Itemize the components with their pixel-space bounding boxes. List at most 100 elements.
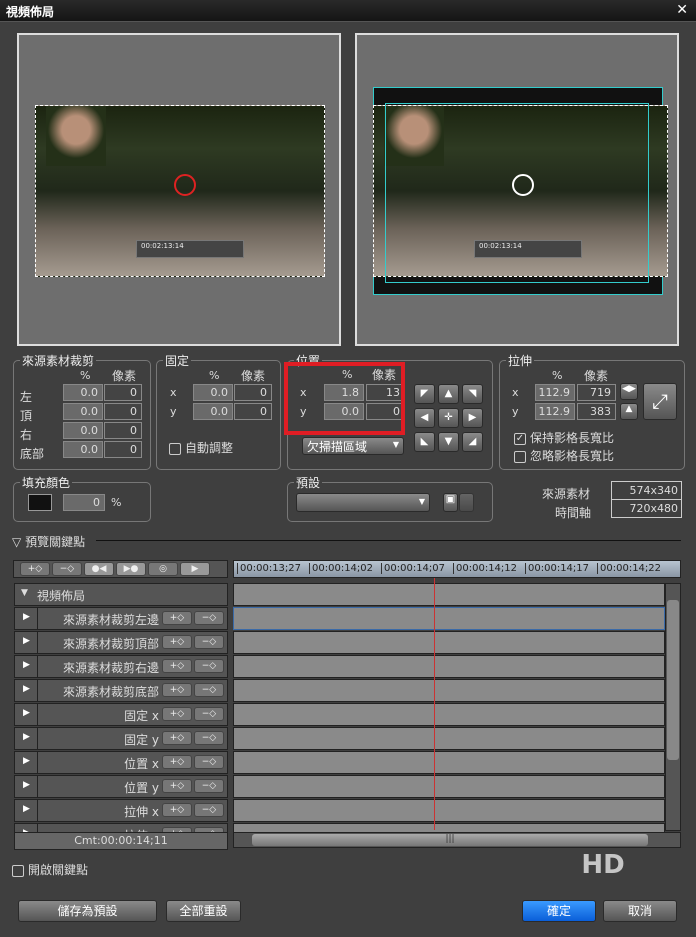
track-lane[interactable] xyxy=(233,679,665,702)
scrollbar-thumb[interactable] xyxy=(667,600,679,760)
remove-keyframe-button[interactable]: −◇ xyxy=(194,707,224,721)
move-down-icon[interactable]: ▼ xyxy=(438,432,459,452)
add-keyframe-button[interactable]: +◇ xyxy=(162,683,192,697)
anchor-crosshair-icon[interactable] xyxy=(174,174,196,196)
track-lane[interactable] xyxy=(233,631,665,654)
crop-px-input[interactable]: 0 xyxy=(104,441,142,458)
remove-keyframe-button[interactable]: −◇ xyxy=(194,731,224,745)
add-keyframe-button[interactable]: +◇ xyxy=(162,659,192,673)
checkbox-icon[interactable] xyxy=(514,450,526,463)
link-keyframe-button[interactable]: ◎ xyxy=(148,562,178,576)
move-left-icon[interactable]: ◀ xyxy=(414,408,435,428)
track-row[interactable]: ▶ 固定 x +◇ −◇ xyxy=(14,703,228,726)
scrollbar-thumb[interactable]: ||| xyxy=(252,834,648,846)
move-bottom-left-icon[interactable]: ◣ xyxy=(414,432,435,452)
checkbox-checked-icon[interactable]: ✓ xyxy=(514,432,526,445)
crop-px-input[interactable]: 0 xyxy=(104,422,142,439)
stretch-horizontal-button[interactable]: ◀▶ xyxy=(620,383,638,400)
track-lane[interactable] xyxy=(233,727,665,750)
track-lane[interactable] xyxy=(233,799,665,822)
track-row[interactable]: ▶ 固定 y +◇ −◇ xyxy=(14,727,228,750)
source-preview[interactable]: 00:02:13:14 xyxy=(17,33,341,346)
add-keyframe-button[interactable]: +◇ xyxy=(162,635,192,649)
fit-frame-button[interactable]: ⤢ xyxy=(643,383,677,420)
track-row[interactable]: ▶ 來源素材裁剪頂部 +◇ −◇ xyxy=(14,631,228,654)
triangle-right-icon[interactable]: ▶ xyxy=(23,636,30,646)
keep-aspect-checkbox[interactable]: ✓ 保持影格長寬比 xyxy=(514,429,614,446)
ok-button[interactable]: 確定 xyxy=(522,900,596,922)
track-lane[interactable] xyxy=(233,607,665,630)
remove-keyframe-button[interactable]: −◇ xyxy=(194,635,224,649)
playhead[interactable] xyxy=(434,578,435,830)
fill-percent-input[interactable]: 0 xyxy=(63,494,105,511)
enable-keyframe-checkbox[interactable]: 開啟關鍵點 xyxy=(12,861,88,878)
play-button[interactable]: ▶ xyxy=(180,562,210,576)
horizontal-scrollbar[interactable]: ||| xyxy=(233,832,681,848)
stretch-vertical-button[interactable]: ▲ xyxy=(620,403,638,420)
track-lane[interactable] xyxy=(233,751,665,774)
track-lane[interactable] xyxy=(233,655,665,678)
crop-pct-input[interactable]: 0.0 xyxy=(63,403,103,420)
timeline-ruler[interactable]: 00:00:13;27 00:00:14;02 00:00:14;07 00:00:1… xyxy=(233,560,681,578)
save-preset-button[interactable]: 儲存為預設 xyxy=(18,900,157,922)
vertical-scrollbar[interactable] xyxy=(665,583,681,831)
triangle-right-icon[interactable]: ▶ xyxy=(23,804,30,814)
remove-keyframe-button[interactable]: −◇ xyxy=(52,562,82,576)
preset-dropdown[interactable]: ▼ xyxy=(296,493,430,512)
remove-keyframe-button[interactable]: −◇ xyxy=(194,803,224,817)
auto-adjust-checkbox[interactable]: 自動調整 xyxy=(169,439,233,456)
save-preset-icon[interactable]: ▣ xyxy=(443,493,458,512)
remove-keyframe-button[interactable]: −◇ xyxy=(194,779,224,793)
remove-keyframe-button[interactable]: −◇ xyxy=(194,611,224,625)
close-icon[interactable]: ✕ xyxy=(676,2,688,18)
checkbox-icon[interactable] xyxy=(169,442,181,455)
ignore-aspect-checkbox[interactable]: 忽略影格長寬比 xyxy=(514,447,614,464)
triangle-right-icon[interactable]: ▶ xyxy=(23,612,30,622)
move-top-left-icon[interactable]: ◤ xyxy=(414,384,435,404)
add-keyframe-button[interactable]: +◇ xyxy=(162,803,192,817)
triangle-right-icon[interactable]: ▶ xyxy=(23,780,30,790)
crop-pct-input[interactable]: 0.0 xyxy=(63,384,103,401)
remove-keyframe-button[interactable]: −◇ xyxy=(194,683,224,697)
crop-pct-input[interactable]: 0.0 xyxy=(63,441,103,458)
fill-color-swatch[interactable] xyxy=(28,494,52,511)
track-row[interactable]: ▶ 來源素材裁剪左邊 +◇ −◇ xyxy=(14,607,228,630)
add-keyframe-button[interactable]: +◇ xyxy=(162,755,192,769)
add-keyframe-button[interactable]: +◇ xyxy=(20,562,50,576)
track-lane[interactable] xyxy=(233,583,665,606)
triangle-right-icon[interactable]: ▶ xyxy=(23,732,30,742)
triangle-right-icon[interactable]: ▶ xyxy=(23,756,30,766)
track-row[interactable]: ▶ 來源素材裁剪底部 +◇ −◇ xyxy=(14,679,228,702)
move-right-icon[interactable]: ▶ xyxy=(462,408,483,428)
remove-keyframe-button[interactable]: −◇ xyxy=(194,659,224,673)
keyframe-section-toggle[interactable]: ▽ 預覽關鍵點 xyxy=(12,533,85,550)
track-lane[interactable] xyxy=(233,703,665,726)
track-row[interactable]: ▶ 位置 x +◇ −◇ xyxy=(14,751,228,774)
remove-keyframe-button[interactable]: −◇ xyxy=(194,755,224,769)
add-keyframe-button[interactable]: +◇ xyxy=(162,731,192,745)
move-center-icon[interactable]: ✛ xyxy=(438,408,459,428)
triangle-right-icon[interactable]: ▶ xyxy=(23,660,30,670)
output-preview[interactable]: 00:02:13:14 xyxy=(355,33,679,346)
move-bottom-right-icon[interactable]: ◢ xyxy=(462,432,483,452)
triangle-right-icon[interactable]: ▶ xyxy=(23,708,30,718)
track-row[interactable]: ▶ 拉伸 x +◇ −◇ xyxy=(14,799,228,822)
underscan-dropdown[interactable]: 欠掃描區域 ▼ xyxy=(302,437,404,455)
delete-preset-icon[interactable] xyxy=(459,493,474,512)
move-up-icon[interactable]: ▲ xyxy=(438,384,459,404)
next-keyframe-button[interactable]: ▶● xyxy=(116,562,146,576)
track-group-row[interactable]: ▼ 視頻佈局 xyxy=(14,583,228,606)
cancel-button[interactable]: 取消 xyxy=(603,900,677,922)
crop-px-input[interactable]: 0 xyxy=(104,403,142,420)
add-keyframe-button[interactable]: +◇ xyxy=(162,611,192,625)
reset-all-button[interactable]: 全部重設 xyxy=(166,900,241,922)
prev-keyframe-button[interactable]: ●◀ xyxy=(84,562,114,576)
add-keyframe-button[interactable]: +◇ xyxy=(162,707,192,721)
move-top-right-icon[interactable]: ◥ xyxy=(462,384,483,404)
checkbox-icon[interactable] xyxy=(12,864,24,877)
add-keyframe-button[interactable]: +◇ xyxy=(162,779,192,793)
track-row[interactable]: ▶ 來源素材裁剪右邊 +◇ −◇ xyxy=(14,655,228,678)
track-lane[interactable] xyxy=(233,775,665,798)
triangle-right-icon[interactable]: ▶ xyxy=(23,684,30,694)
track-row[interactable]: ▶ 位置 y +◇ −◇ xyxy=(14,775,228,798)
